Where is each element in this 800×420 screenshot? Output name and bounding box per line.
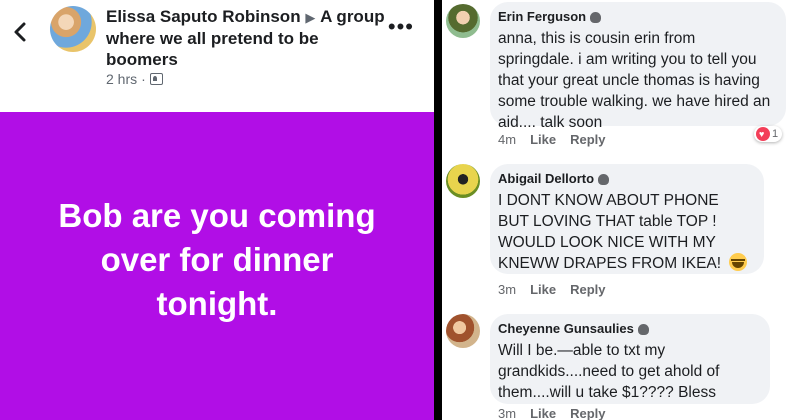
comment-actions: 3m Like Reply [498,406,605,420]
commenter-avatar[interactable] [446,4,480,38]
post-title: Elissa Saputo Robinson ▶ A group where w… [106,6,386,70]
member-badge-icon [590,11,602,23]
reaction-count[interactable]: 1 [754,126,783,142]
author-name[interactable]: Elissa Saputo Robinson [106,7,301,26]
comment-time[interactable]: 3m [498,406,516,420]
comment-bubble: Cheyenne Gunsaulies Will I be.—able to t… [490,314,770,404]
member-badge-icon [637,323,649,335]
meta-separator: · [141,71,146,87]
commenter-avatar[interactable] [446,164,480,198]
post-time[interactable]: 2 hrs [106,71,137,87]
commenter-name[interactable]: Abigail Dellorto [498,170,594,188]
like-button[interactable]: Like [530,406,556,420]
commenter-name[interactable]: Erin Ferguson [498,8,586,26]
commenter-name-row: Erin Ferguson [498,8,774,26]
comment-time[interactable]: 3m [498,282,516,297]
comment-text: I DONT KNOW ABOUT PHONE BUT LOVING THAT … [498,190,752,274]
commenter-avatar[interactable] [446,314,480,348]
reply-button[interactable]: Reply [570,406,605,420]
heart-reaction-icon [756,127,770,141]
like-button[interactable]: Like [530,132,556,147]
commenter-name[interactable]: Cheyenne Gunsaulies [498,320,634,338]
back-icon[interactable] [10,18,30,46]
comment-actions: 4m Like Reply [498,132,605,147]
post-header: Elissa Saputo Robinson ▶ A group where w… [0,0,434,112]
comment-bubble: Abigail Dellorto I DONT KNOW ABOUT PHONE… [490,164,764,274]
comment-bubble: Erin Ferguson anna, this is cousin erin … [490,2,786,131]
post-meta: 2 hrs · [106,71,163,87]
commenter-name-row: Abigail Dellorto [498,170,752,188]
commenter-name-row: Cheyenne Gunsaulies [498,320,758,338]
status-background: Bob are you coming over for dinner tonig… [0,112,434,420]
like-button[interactable]: Like [530,282,556,297]
comments-panel: Erin Ferguson anna, this is cousin erin … [442,0,800,420]
comment-text: anna, this is cousin erin from springdal… [498,30,771,131]
comment-actions: 3m Like Reply [498,282,605,297]
comment-text-body: I DONT KNOW ABOUT PHONE BUT LOVING THAT … [498,192,722,272]
author-avatar[interactable] [50,6,96,52]
arrow-icon: ▶ [305,10,316,25]
member-badge-icon [598,173,610,185]
post-panel: Elissa Saputo Robinson ▶ A group where w… [0,0,434,420]
reaction-number: 1 [772,128,779,140]
more-options-icon[interactable]: ••• [388,16,414,38]
laughing-emoji-icon [729,253,748,271]
status-text: Bob are you coming over for dinner tonig… [58,197,376,322]
panel-divider [434,0,442,420]
comment-time[interactable]: 4m [498,132,516,147]
reply-button[interactable]: Reply [570,132,605,147]
group-privacy-icon [149,73,163,85]
comment-text: Will I be.—able to txt my grandkids....n… [498,342,720,401]
reply-button[interactable]: Reply [570,282,605,297]
